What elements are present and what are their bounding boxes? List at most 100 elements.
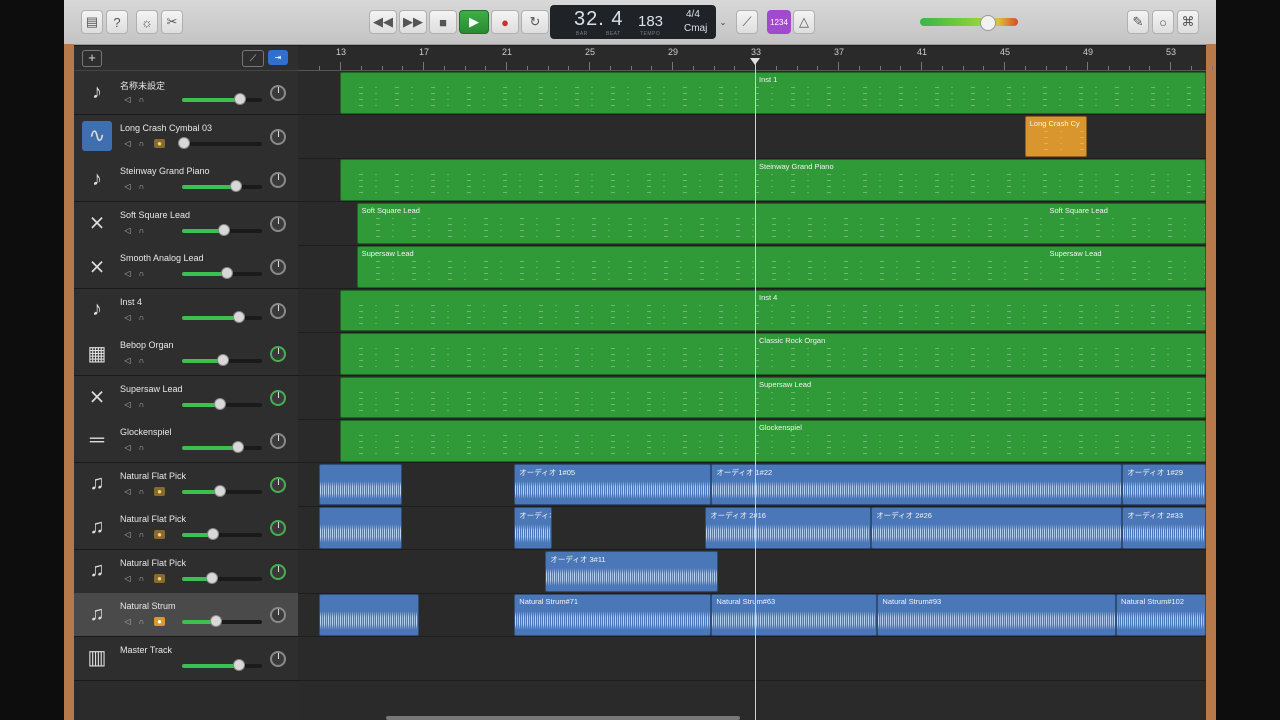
headphones-icon[interactable]: ∩: [136, 356, 147, 365]
mute-icon[interactable]: ◁: [122, 182, 133, 191]
volume-knob[interactable]: [216, 354, 229, 366]
audio-region[interactable]: [319, 463, 403, 505]
record-enable-icon[interactable]: ●: [154, 530, 165, 539]
track-name[interactable]: Long Crash Cymbal 03: [120, 123, 212, 133]
audio-region[interactable]: Natural Strum#93: [877, 594, 1117, 636]
track-lane[interactable]: [298, 550, 1206, 594]
record-enable-icon[interactable]: ●: [154, 138, 165, 148]
pan-knob[interactable]: [270, 215, 286, 232]
track-name[interactable]: Soft Square Lead: [120, 210, 190, 220]
add-track-button[interactable]: +: [82, 50, 102, 67]
midi-region[interactable]: Soft Square Lead Soft Square Lead: [356, 202, 1206, 244]
mute-icon[interactable]: ◁: [122, 400, 133, 409]
audio-region[interactable]: オーディオ 1#22: [711, 463, 1123, 505]
record-enable-icon[interactable]: ●: [154, 617, 165, 626]
track-header[interactable]: ∿ Long Crash Cymbal 03 ◁ ∩ ●: [74, 114, 298, 159]
volume-knob[interactable]: [232, 441, 244, 453]
volume-knob[interactable]: [205, 571, 218, 584]
headphones-icon[interactable]: ∩: [136, 182, 147, 191]
notepad-icon[interactable]: ✎: [1127, 10, 1149, 34]
headphones-icon[interactable]: ∩: [136, 400, 147, 409]
headphones-icon[interactable]: ∩: [136, 487, 147, 496]
loops-icon[interactable]: ⌘: [1177, 10, 1199, 34]
headphones-icon[interactable]: ∩: [136, 313, 147, 322]
audio-region[interactable]: オーディオ 2#26: [871, 507, 1123, 549]
volume-knob[interactable]: [213, 484, 226, 497]
master-volume-knob[interactable]: [979, 15, 996, 31]
audio-region[interactable]: オーディオ 1#29: [1122, 463, 1206, 505]
track-name[interactable]: Master Track: [120, 645, 172, 655]
audio-region[interactable]: [319, 594, 419, 636]
volume-knob[interactable]: [220, 267, 233, 279]
headphones-icon[interactable]: ∩: [136, 443, 147, 452]
mute-icon[interactable]: ◁: [122, 487, 133, 496]
track-volume-slider[interactable]: [182, 571, 262, 584]
pan-knob[interactable]: [270, 128, 286, 145]
audio-region[interactable]: オーディオ 1#05: [514, 463, 712, 505]
volume-knob[interactable]: [217, 223, 230, 236]
midi-region[interactable]: Supersaw Lead Supersaw Lead: [356, 246, 1206, 288]
track-volume-slider[interactable]: [182, 441, 262, 453]
mute-icon[interactable]: ◁: [122, 617, 133, 626]
track-volume-slider[interactable]: [182, 93, 262, 105]
volume-knob[interactable]: [207, 528, 220, 540]
track-name[interactable]: Smooth Analog Lead: [120, 253, 204, 263]
audio-region[interactable]: Natural Strum#63: [711, 594, 878, 636]
audio-region[interactable]: [319, 507, 403, 549]
record-enable-icon[interactable]: ●: [154, 573, 165, 583]
pan-knob[interactable]: [270, 433, 286, 449]
catch-playhead-icon[interactable]: ⇥: [268, 50, 288, 65]
pan-knob[interactable]: [270, 259, 286, 275]
track-volume-slider[interactable]: [182, 658, 262, 671]
volume-knob[interactable]: [177, 136, 190, 149]
track-name[interactable]: Natural Flat Pick: [120, 558, 186, 568]
mute-icon[interactable]: ◁: [122, 574, 133, 583]
tuner-icon[interactable]: ⟋: [736, 10, 758, 34]
track-header[interactable]: ♫ Natural Flat Pick ◁ ∩ ●: [74, 506, 298, 550]
track-header[interactable]: ▥ Master Track: [74, 636, 298, 681]
lcd-menu-chevron-icon[interactable]: ⌄: [718, 10, 728, 34]
track-volume-slider[interactable]: [182, 267, 262, 279]
midi-region[interactable]: Classic Rock Organ: [340, 333, 1206, 375]
mute-icon[interactable]: ◁: [122, 139, 133, 148]
track-volume-slider[interactable]: [182, 223, 262, 236]
audio-region[interactable]: Natural Strum#71: [514, 594, 712, 636]
volume-knob[interactable]: [232, 658, 245, 671]
pan-knob[interactable]: [270, 346, 286, 362]
lcd-display[interactable]: 32. 4 BAR BEAT 183 TEMPO 4/4 Cmaj: [550, 5, 716, 39]
track-header[interactable]: ⨯ Soft Square Lead ◁ ∩: [74, 201, 298, 246]
horizontal-scrollbar[interactable]: [386, 716, 740, 720]
track-name[interactable]: Glockenspiel: [120, 427, 172, 437]
drum-region[interactable]: Long Crash Cy: [1024, 115, 1087, 157]
arrange-area[interactable]: Inst 1 Long Crash Cy Steinway Grand Piano S…: [298, 71, 1206, 720]
mute-icon[interactable]: ◁: [122, 356, 133, 365]
midi-region[interactable]: Steinway Grand Piano: [340, 159, 1206, 201]
track-volume-slider[interactable]: [182, 180, 262, 192]
mute-icon[interactable]: ◁: [122, 269, 133, 278]
track-header[interactable]: ♪ 名称未設定 ◁ ∩: [74, 71, 298, 115]
library-icon[interactable]: ▤: [81, 10, 103, 34]
mute-icon[interactable]: ◁: [122, 443, 133, 452]
pan-knob[interactable]: [270, 302, 286, 319]
record-enable-icon[interactable]: ●: [154, 486, 165, 496]
mute-icon[interactable]: ◁: [122, 313, 133, 322]
mute-icon[interactable]: ◁: [122, 226, 133, 235]
audio-region[interactable]: オーディオ: [514, 507, 552, 549]
pan-knob[interactable]: [270, 476, 286, 493]
stop-button[interactable]: ■: [429, 10, 457, 34]
headphones-icon[interactable]: ∩: [136, 226, 147, 235]
midi-region[interactable]: Glockenspiel: [340, 420, 1206, 462]
volume-knob[interactable]: [233, 93, 246, 105]
midi-region[interactable]: Inst 1: [340, 72, 1206, 114]
volume-knob[interactable]: [214, 397, 227, 410]
track-header[interactable]: ═ Glockenspiel ◁ ∩: [74, 419, 298, 463]
pan-knob[interactable]: [270, 607, 286, 623]
track-volume-slider[interactable]: [182, 310, 262, 323]
audio-region[interactable]: オーディオ 2#33: [1122, 507, 1206, 549]
metronome-icon[interactable]: △: [793, 10, 815, 34]
midi-region[interactable]: Inst 4: [340, 289, 1206, 331]
midi-region[interactable]: Supersaw Lead: [340, 376, 1206, 418]
cycle-button[interactable]: ↻: [521, 10, 549, 34]
forward-button[interactable]: ▶▶: [399, 10, 427, 34]
smart-controls-icon[interactable]: ☼: [136, 10, 158, 34]
